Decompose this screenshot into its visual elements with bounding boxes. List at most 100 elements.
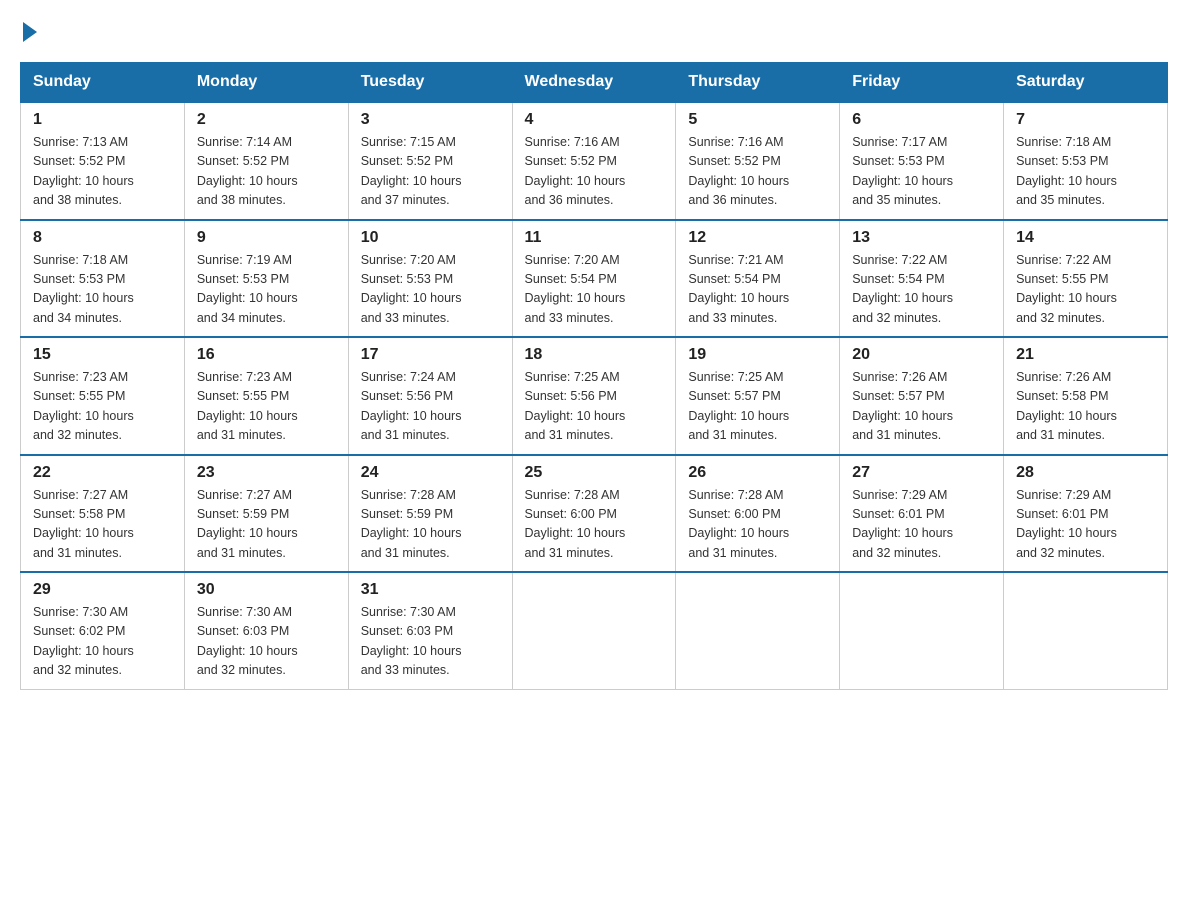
day-number: 15 [33,346,172,364]
day-info: Sunrise: 7:21 AMSunset: 5:54 PMDaylight:… [688,253,789,325]
day-number: 23 [197,464,336,482]
header-friday: Friday [840,63,1004,103]
day-number: 20 [852,346,991,364]
calendar-cell: 25 Sunrise: 7:28 AMSunset: 6:00 PMDaylig… [512,455,676,573]
calendar-header-row: SundayMondayTuesdayWednesdayThursdayFrid… [21,63,1168,103]
calendar-cell: 17 Sunrise: 7:24 AMSunset: 5:56 PMDaylig… [348,337,512,455]
day-info: Sunrise: 7:13 AMSunset: 5:52 PMDaylight:… [33,135,134,207]
day-info: Sunrise: 7:25 AMSunset: 5:56 PMDaylight:… [525,370,626,442]
calendar-week-row: 15 Sunrise: 7:23 AMSunset: 5:55 PMDaylig… [21,337,1168,455]
day-number: 3 [361,111,500,129]
header-saturday: Saturday [1004,63,1168,103]
day-number: 9 [197,229,336,247]
day-info: Sunrise: 7:25 AMSunset: 5:57 PMDaylight:… [688,370,789,442]
calendar-cell: 13 Sunrise: 7:22 AMSunset: 5:54 PMDaylig… [840,220,1004,338]
day-number: 8 [33,229,172,247]
day-number: 13 [852,229,991,247]
calendar-week-row: 1 Sunrise: 7:13 AMSunset: 5:52 PMDayligh… [21,102,1168,220]
calendar-cell: 3 Sunrise: 7:15 AMSunset: 5:52 PMDayligh… [348,102,512,220]
calendar-week-row: 22 Sunrise: 7:27 AMSunset: 5:58 PMDaylig… [21,455,1168,573]
calendar-cell: 24 Sunrise: 7:28 AMSunset: 5:59 PMDaylig… [348,455,512,573]
day-info: Sunrise: 7:16 AMSunset: 5:52 PMDaylight:… [525,135,626,207]
day-number: 1 [33,111,172,129]
day-info: Sunrise: 7:22 AMSunset: 5:54 PMDaylight:… [852,253,953,325]
day-info: Sunrise: 7:29 AMSunset: 6:01 PMDaylight:… [852,488,953,560]
day-info: Sunrise: 7:19 AMSunset: 5:53 PMDaylight:… [197,253,298,325]
day-info: Sunrise: 7:16 AMSunset: 5:52 PMDaylight:… [688,135,789,207]
day-info: Sunrise: 7:27 AMSunset: 5:58 PMDaylight:… [33,488,134,560]
calendar-cell: 31 Sunrise: 7:30 AMSunset: 6:03 PMDaylig… [348,572,512,689]
day-number: 6 [852,111,991,129]
calendar-cell: 18 Sunrise: 7:25 AMSunset: 5:56 PMDaylig… [512,337,676,455]
calendar-cell: 22 Sunrise: 7:27 AMSunset: 5:58 PMDaylig… [21,455,185,573]
day-info: Sunrise: 7:30 AMSunset: 6:03 PMDaylight:… [197,605,298,677]
header-tuesday: Tuesday [348,63,512,103]
day-info: Sunrise: 7:30 AMSunset: 6:03 PMDaylight:… [361,605,462,677]
day-info: Sunrise: 7:23 AMSunset: 5:55 PMDaylight:… [33,370,134,442]
logo-arrow-icon [23,22,37,42]
day-info: Sunrise: 7:27 AMSunset: 5:59 PMDaylight:… [197,488,298,560]
day-info: Sunrise: 7:23 AMSunset: 5:55 PMDaylight:… [197,370,298,442]
day-info: Sunrise: 7:28 AMSunset: 5:59 PMDaylight:… [361,488,462,560]
day-number: 26 [688,464,827,482]
calendar-cell: 27 Sunrise: 7:29 AMSunset: 6:01 PMDaylig… [840,455,1004,573]
day-info: Sunrise: 7:14 AMSunset: 5:52 PMDaylight:… [197,135,298,207]
day-number: 2 [197,111,336,129]
day-info: Sunrise: 7:28 AMSunset: 6:00 PMDaylight:… [525,488,626,560]
day-info: Sunrise: 7:18 AMSunset: 5:53 PMDaylight:… [33,253,134,325]
day-info: Sunrise: 7:29 AMSunset: 6:01 PMDaylight:… [1016,488,1117,560]
calendar-cell [840,572,1004,689]
day-info: Sunrise: 7:28 AMSunset: 6:00 PMDaylight:… [688,488,789,560]
day-number: 12 [688,229,827,247]
day-number: 25 [525,464,664,482]
calendar-cell: 10 Sunrise: 7:20 AMSunset: 5:53 PMDaylig… [348,220,512,338]
day-number: 31 [361,581,500,599]
calendar-cell: 9 Sunrise: 7:19 AMSunset: 5:53 PMDayligh… [184,220,348,338]
calendar-week-row: 29 Sunrise: 7:30 AMSunset: 6:02 PMDaylig… [21,572,1168,689]
day-number: 27 [852,464,991,482]
day-number: 11 [525,229,664,247]
day-info: Sunrise: 7:26 AMSunset: 5:58 PMDaylight:… [1016,370,1117,442]
day-number: 28 [1016,464,1155,482]
calendar-table: SundayMondayTuesdayWednesdayThursdayFrid… [20,62,1168,690]
calendar-cell: 23 Sunrise: 7:27 AMSunset: 5:59 PMDaylig… [184,455,348,573]
day-info: Sunrise: 7:30 AMSunset: 6:02 PMDaylight:… [33,605,134,677]
day-number: 17 [361,346,500,364]
calendar-cell: 26 Sunrise: 7:28 AMSunset: 6:00 PMDaylig… [676,455,840,573]
day-number: 19 [688,346,827,364]
day-number: 14 [1016,229,1155,247]
calendar-cell: 11 Sunrise: 7:20 AMSunset: 5:54 PMDaylig… [512,220,676,338]
calendar-cell: 14 Sunrise: 7:22 AMSunset: 5:55 PMDaylig… [1004,220,1168,338]
day-number: 24 [361,464,500,482]
calendar-cell: 29 Sunrise: 7:30 AMSunset: 6:02 PMDaylig… [21,572,185,689]
logo [20,20,41,42]
day-info: Sunrise: 7:15 AMSunset: 5:52 PMDaylight:… [361,135,462,207]
day-info: Sunrise: 7:26 AMSunset: 5:57 PMDaylight:… [852,370,953,442]
day-info: Sunrise: 7:18 AMSunset: 5:53 PMDaylight:… [1016,135,1117,207]
day-number: 5 [688,111,827,129]
calendar-cell: 8 Sunrise: 7:18 AMSunset: 5:53 PMDayligh… [21,220,185,338]
calendar-cell: 16 Sunrise: 7:23 AMSunset: 5:55 PMDaylig… [184,337,348,455]
header-thursday: Thursday [676,63,840,103]
calendar-cell: 19 Sunrise: 7:25 AMSunset: 5:57 PMDaylig… [676,337,840,455]
day-info: Sunrise: 7:17 AMSunset: 5:53 PMDaylight:… [852,135,953,207]
day-number: 16 [197,346,336,364]
calendar-cell: 5 Sunrise: 7:16 AMSunset: 5:52 PMDayligh… [676,102,840,220]
calendar-week-row: 8 Sunrise: 7:18 AMSunset: 5:53 PMDayligh… [21,220,1168,338]
header-monday: Monday [184,63,348,103]
calendar-cell: 21 Sunrise: 7:26 AMSunset: 5:58 PMDaylig… [1004,337,1168,455]
calendar-cell [676,572,840,689]
calendar-cell: 1 Sunrise: 7:13 AMSunset: 5:52 PMDayligh… [21,102,185,220]
calendar-cell: 2 Sunrise: 7:14 AMSunset: 5:52 PMDayligh… [184,102,348,220]
calendar-cell: 30 Sunrise: 7:30 AMSunset: 6:03 PMDaylig… [184,572,348,689]
day-info: Sunrise: 7:24 AMSunset: 5:56 PMDaylight:… [361,370,462,442]
day-number: 4 [525,111,664,129]
day-number: 7 [1016,111,1155,129]
day-number: 22 [33,464,172,482]
calendar-cell: 15 Sunrise: 7:23 AMSunset: 5:55 PMDaylig… [21,337,185,455]
calendar-cell: 6 Sunrise: 7:17 AMSunset: 5:53 PMDayligh… [840,102,1004,220]
calendar-cell: 7 Sunrise: 7:18 AMSunset: 5:53 PMDayligh… [1004,102,1168,220]
day-info: Sunrise: 7:22 AMSunset: 5:55 PMDaylight:… [1016,253,1117,325]
calendar-cell [1004,572,1168,689]
calendar-cell: 4 Sunrise: 7:16 AMSunset: 5:52 PMDayligh… [512,102,676,220]
